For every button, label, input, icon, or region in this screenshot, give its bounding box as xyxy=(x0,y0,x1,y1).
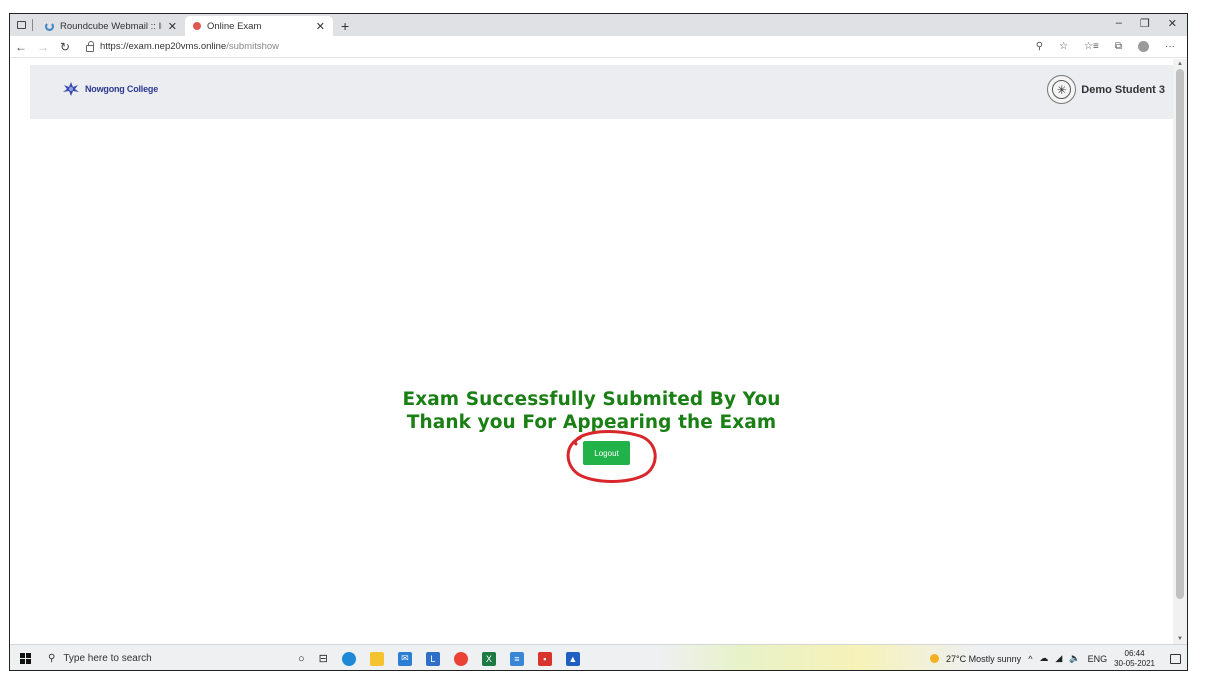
tab-online-exam[interactable]: Online Exam ✕ xyxy=(185,16,333,36)
forward-button[interactable]: → xyxy=(32,40,54,54)
close-window-button[interactable]: ✕ xyxy=(1168,17,1177,30)
chrome-icon[interactable] xyxy=(453,651,468,666)
window-controls: – ❐ ✕ xyxy=(1116,17,1187,34)
tab-strip: Roundcube Webmail :: Inbox ✕ Online Exam… xyxy=(10,14,1187,36)
onedrive-icon[interactable]: ☁ xyxy=(1039,653,1048,664)
weather-sun-icon xyxy=(930,654,940,663)
refresh-button[interactable]: ↻ xyxy=(54,40,76,54)
tab-label: Online Exam xyxy=(207,20,262,32)
screenshot-frame: Roundcube Webmail :: Inbox ✕ Online Exam… xyxy=(9,13,1188,671)
submit-success-message: Exam Successfully Submited By You xyxy=(402,389,781,410)
volume-icon[interactable]: 🔈 xyxy=(1069,653,1080,664)
clock[interactable]: 06:44 30-05-2021 xyxy=(1114,649,1155,669)
minimize-button[interactable]: – xyxy=(1116,17,1122,30)
system-tray: 27°C Mostly sunny ^ ☁ ◢ 🔈 ENG 06:44 30-0… xyxy=(930,649,1187,669)
address-bar: ← → ↻ https://exam.nep20vms.online/submi… xyxy=(10,36,1187,58)
lens-icon[interactable]: L xyxy=(425,651,440,666)
tab-separator xyxy=(32,19,33,31)
notes-icon[interactable]: ≡ xyxy=(509,651,524,666)
college-name: Nowgong College xyxy=(85,84,158,94)
search-icon: ⚲ xyxy=(48,653,56,664)
tab-actions-icon xyxy=(16,21,26,29)
tab-close-icon[interactable]: ✕ xyxy=(168,20,177,33)
lock-icon xyxy=(86,40,94,52)
read-aloud-icon[interactable]: ⚲ xyxy=(1036,41,1043,52)
new-tab-button[interactable]: + xyxy=(333,16,357,36)
clock-date: 30-05-2021 xyxy=(1114,658,1155,668)
windows-logo-icon xyxy=(19,653,31,664)
scrollbar-thumb[interactable] xyxy=(1176,69,1184,599)
red-circle-annotation xyxy=(566,430,657,483)
vertical-scrollbar[interactable]: ▲ ▼ xyxy=(1173,59,1187,644)
weather-text[interactable]: 27°C Mostly sunny xyxy=(946,654,1021,664)
url-path: /submitshow xyxy=(226,41,280,52)
scroll-up-icon[interactable]: ▲ xyxy=(1177,61,1183,67)
more-menu-icon[interactable]: ··· xyxy=(1165,41,1175,52)
tab-close-icon[interactable]: ✕ xyxy=(316,20,325,33)
windows-taskbar: ⚲ Type here to search ○ ⊟ ✉ L X ≡ ▪ ▲ 27… xyxy=(10,644,1187,671)
collections-icon[interactable]: ⧉ xyxy=(1115,41,1122,52)
task-view-icon[interactable]: ⊟ xyxy=(319,652,328,665)
college-logo-icon xyxy=(63,82,79,96)
url-field[interactable]: https://exam.nep20vms.online/submitshow xyxy=(86,40,280,52)
scroll-down-icon[interactable]: ▼ xyxy=(1177,636,1183,642)
tab-label: Roundcube Webmail :: Inbox xyxy=(60,20,162,32)
excel-icon[interactable]: X xyxy=(481,651,496,666)
site-header: Nowgong College ✳ Demo Student 3 xyxy=(30,65,1173,119)
favorites-icon[interactable]: ☆≡ xyxy=(1084,41,1099,52)
user-name: Demo Student 3 xyxy=(1081,83,1165,96)
notification-center-icon[interactable] xyxy=(1170,653,1181,664)
cortana-icon[interactable]: ○ xyxy=(298,653,305,665)
page-content: Nowgong College ✳ Demo Student 3 Exam Su… xyxy=(10,59,1173,644)
exam-favicon-icon xyxy=(193,22,201,30)
clock-time: 06:44 xyxy=(1124,648,1145,658)
compass-icon: ✳ xyxy=(1052,80,1072,99)
profile-avatar-icon[interactable] xyxy=(1138,41,1149,52)
network-icon[interactable]: ◢ xyxy=(1055,653,1062,664)
taskbar-search[interactable]: ⚲ Type here to search xyxy=(38,647,270,671)
back-button[interactable]: ← xyxy=(10,40,32,54)
tab-roundcube[interactable]: Roundcube Webmail :: Inbox ✕ xyxy=(37,16,185,36)
url-host: https://exam.nep20vms.online xyxy=(100,41,227,52)
user-avatar: ✳ xyxy=(1047,75,1077,104)
tray-chevron-icon[interactable]: ^ xyxy=(1028,654,1032,664)
language-indicator[interactable]: ENG xyxy=(1088,654,1108,664)
photos-icon[interactable]: ▲ xyxy=(565,651,580,666)
edge-icon[interactable] xyxy=(341,651,356,666)
file-explorer-icon[interactable] xyxy=(369,651,384,666)
taskbar-apps: ○ ⊟ ✉ L X ≡ ▪ ▲ xyxy=(298,651,580,666)
add-favorite-icon[interactable]: ☆ xyxy=(1059,41,1068,52)
tab-actions-button[interactable] xyxy=(10,14,32,36)
search-placeholder: Type here to search xyxy=(63,653,152,664)
user-menu[interactable]: ✳ Demo Student 3 xyxy=(1047,75,1165,104)
maximize-button[interactable]: ❐ xyxy=(1140,17,1150,30)
roundcube-favicon-icon xyxy=(45,21,54,31)
college-logo[interactable]: Nowgong College xyxy=(62,81,158,97)
mail-icon[interactable]: ✉ xyxy=(397,651,412,666)
start-button[interactable] xyxy=(12,653,38,664)
media-icon[interactable]: ▪ xyxy=(537,651,552,666)
browser-toolbar: ⚲ ☆ ☆≡ ⧉ ··· xyxy=(1036,41,1187,52)
